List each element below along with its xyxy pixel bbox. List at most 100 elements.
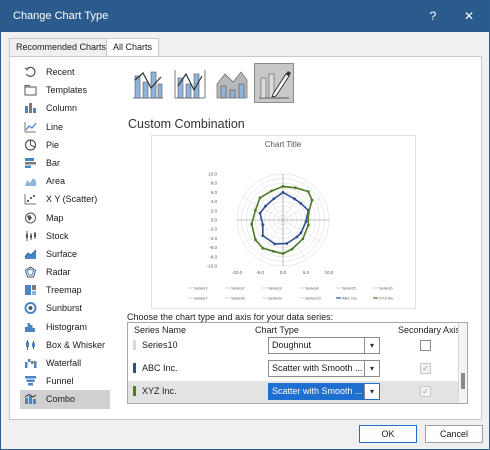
y-tick-label: 8.0: [211, 181, 218, 186]
secondary-axis-checkbox[interactable]: [420, 340, 431, 351]
column-header-series-name: Series Name: [134, 325, 187, 335]
combo-chart-icon: [24, 394, 37, 405]
legend-entry: Series1: [194, 286, 208, 291]
sidebar-item-xy-scatter[interactable]: X Y (Scatter): [20, 190, 110, 208]
data-point: [281, 252, 285, 255]
chevron-down-icon[interactable]: ▾: [364, 384, 379, 399]
series-table-scrollbar[interactable]: [458, 323, 467, 403]
sidebar-item-combo[interactable]: Combo: [20, 390, 110, 409]
surface-chart-icon: [24, 249, 37, 259]
area-chart-icon: [25, 178, 36, 187]
data-point: [258, 196, 262, 200]
stock-chart-icon: [26, 230, 36, 241]
sidebar-item-waterfall[interactable]: Waterfall: [20, 354, 110, 372]
histogram-chart-icon: [25, 322, 35, 332]
combo-subtype-clustered-column-line[interactable]: [128, 63, 168, 103]
series-row: ABC Inc. Scatter with Smooth ... ▾ ✓: [128, 358, 467, 380]
x-tick-labels: -10.0 -5.0 0.0 5.0 10.0: [232, 270, 334, 275]
pie-chart-icon: [24, 139, 37, 151]
tab-all-charts[interactable]: All Charts: [106, 38, 160, 57]
sidebar-item-stock[interactable]: Stock: [20, 227, 110, 245]
series-row: XYZ Inc. Scatter with Smooth ... ▾ ✓: [128, 381, 467, 403]
data-point: [306, 223, 310, 227]
x-tick-label: 5.0: [303, 270, 310, 275]
sidebar-item-label: Histogram: [46, 321, 88, 332]
sidebar-item-label: Sunburst: [46, 303, 83, 314]
sidebar-item-label: Radar: [46, 267, 71, 278]
data-point: [264, 204, 267, 208]
sidebar-item-label: Area: [46, 176, 66, 187]
sidebar-item-label: Templates: [46, 85, 88, 96]
data-point: [301, 237, 305, 241]
data-point: [272, 197, 276, 201]
sidebar-item-bar[interactable]: Bar: [20, 154, 110, 172]
sidebar-item-funnel[interactable]: Funnel: [20, 372, 110, 390]
y-tick-label: -6.0: [209, 245, 217, 250]
scrollbar-thumb[interactable]: [461, 373, 465, 389]
data-point: [285, 242, 289, 245]
series-name: Series10: [142, 340, 178, 350]
sidebar-item-area[interactable]: Area: [20, 172, 110, 190]
sidebar-item-map[interactable]: Map: [20, 209, 110, 227]
sidebar-item-column[interactable]: Column: [20, 99, 110, 117]
sidebar-item-line[interactable]: Line: [20, 118, 110, 136]
sunburst-chart-icon: [24, 302, 37, 315]
data-point: [261, 246, 265, 250]
map-chart-icon: [25, 212, 36, 223]
ok-button[interactable]: OK: [359, 425, 417, 443]
chart-type-dropdown[interactable]: Scatter with Smooth ... ▾: [268, 360, 380, 377]
y-tick-label: -10.0: [207, 264, 218, 269]
sidebar-item-label: Box & Whisker: [46, 339, 106, 350]
combo-subtype-stacked-area-clustered-column[interactable]: [212, 63, 252, 103]
legend-entry: XYZ Inc.: [379, 296, 394, 301]
combo-heading: Custom Combination: [128, 117, 245, 131]
scatter-chart-icon: [24, 194, 36, 205]
series-row: Series10 Doughnut ▾: [128, 335, 467, 357]
sidebar-item-label: X Y (Scatter): [46, 194, 98, 205]
treemap-chart-icon: [25, 285, 36, 296]
column-chart-icon: [25, 103, 36, 114]
sidebar-item-pie[interactable]: Pie: [20, 136, 110, 154]
sidebar-item-radar[interactable]: Radar: [20, 263, 110, 281]
data-point: [295, 235, 299, 239]
close-button[interactable]: ✕: [459, 7, 479, 25]
legend-entry: Series7: [194, 296, 208, 301]
sidebar-item-sunburst[interactable]: Sunburst: [20, 299, 110, 317]
chevron-down-icon[interactable]: ▾: [364, 338, 379, 353]
y-tick-label: 6.0: [211, 190, 218, 195]
help-button[interactable]: ?: [423, 7, 443, 25]
legend-entry: Series3: [268, 286, 282, 291]
data-point: [250, 222, 254, 226]
chart-type-dropdown[interactable]: Doughnut ▾: [268, 337, 380, 354]
sidebar-item-recent[interactable]: Recent: [20, 63, 110, 81]
y-tick-label: 10.0: [208, 172, 217, 177]
sidebar-item-histogram[interactable]: Histogram: [20, 318, 110, 336]
tab-recommended-charts[interactable]: Recommended Charts: [9, 38, 114, 56]
secondary-axis-checkbox[interactable]: ✓: [420, 386, 431, 397]
y-tick-label: -4.0: [209, 236, 217, 241]
dialog-title: Change Chart Type: [13, 10, 109, 22]
combo-subtype-clustered-column-line-secondary-axis[interactable]: [170, 63, 210, 103]
sidebar-item-treemap[interactable]: Treemap: [20, 281, 110, 299]
series-name: ABC Inc.: [142, 363, 178, 373]
data-point: [261, 234, 265, 237]
sidebar-item-box-whisker[interactable]: Box & Whisker: [20, 336, 110, 354]
combo-subtype-custom-combination[interactable]: [254, 63, 294, 103]
cancel-button[interactable]: Cancel: [425, 425, 483, 443]
series-name: XYZ Inc.: [142, 386, 177, 396]
sidebar-item-templates[interactable]: Templates: [20, 81, 110, 99]
secondary-axis-checkbox[interactable]: ✓: [420, 363, 431, 374]
box-whisker-chart-icon: [26, 339, 35, 350]
data-point: [290, 247, 294, 251]
sidebar-item-surface[interactable]: Surface: [20, 245, 110, 263]
sidebar-item-label: Treemap: [46, 285, 82, 296]
y-tick-label: 0.0: [211, 218, 218, 223]
chart-type-dropdown[interactable]: Scatter with Smooth ... ▾: [268, 383, 380, 400]
chevron-down-icon[interactable]: ▾: [364, 361, 379, 376]
chart-axes: [237, 174, 329, 266]
sidebar-item-label: Surface: [46, 248, 78, 259]
chart-legend: Series1 Series2 Series3 Series4 Series5 …: [188, 286, 394, 301]
clustered-column-line-secondary-axis-icon: [174, 70, 206, 99]
data-point: [299, 231, 303, 235]
legend-entry: Series10: [305, 296, 322, 301]
